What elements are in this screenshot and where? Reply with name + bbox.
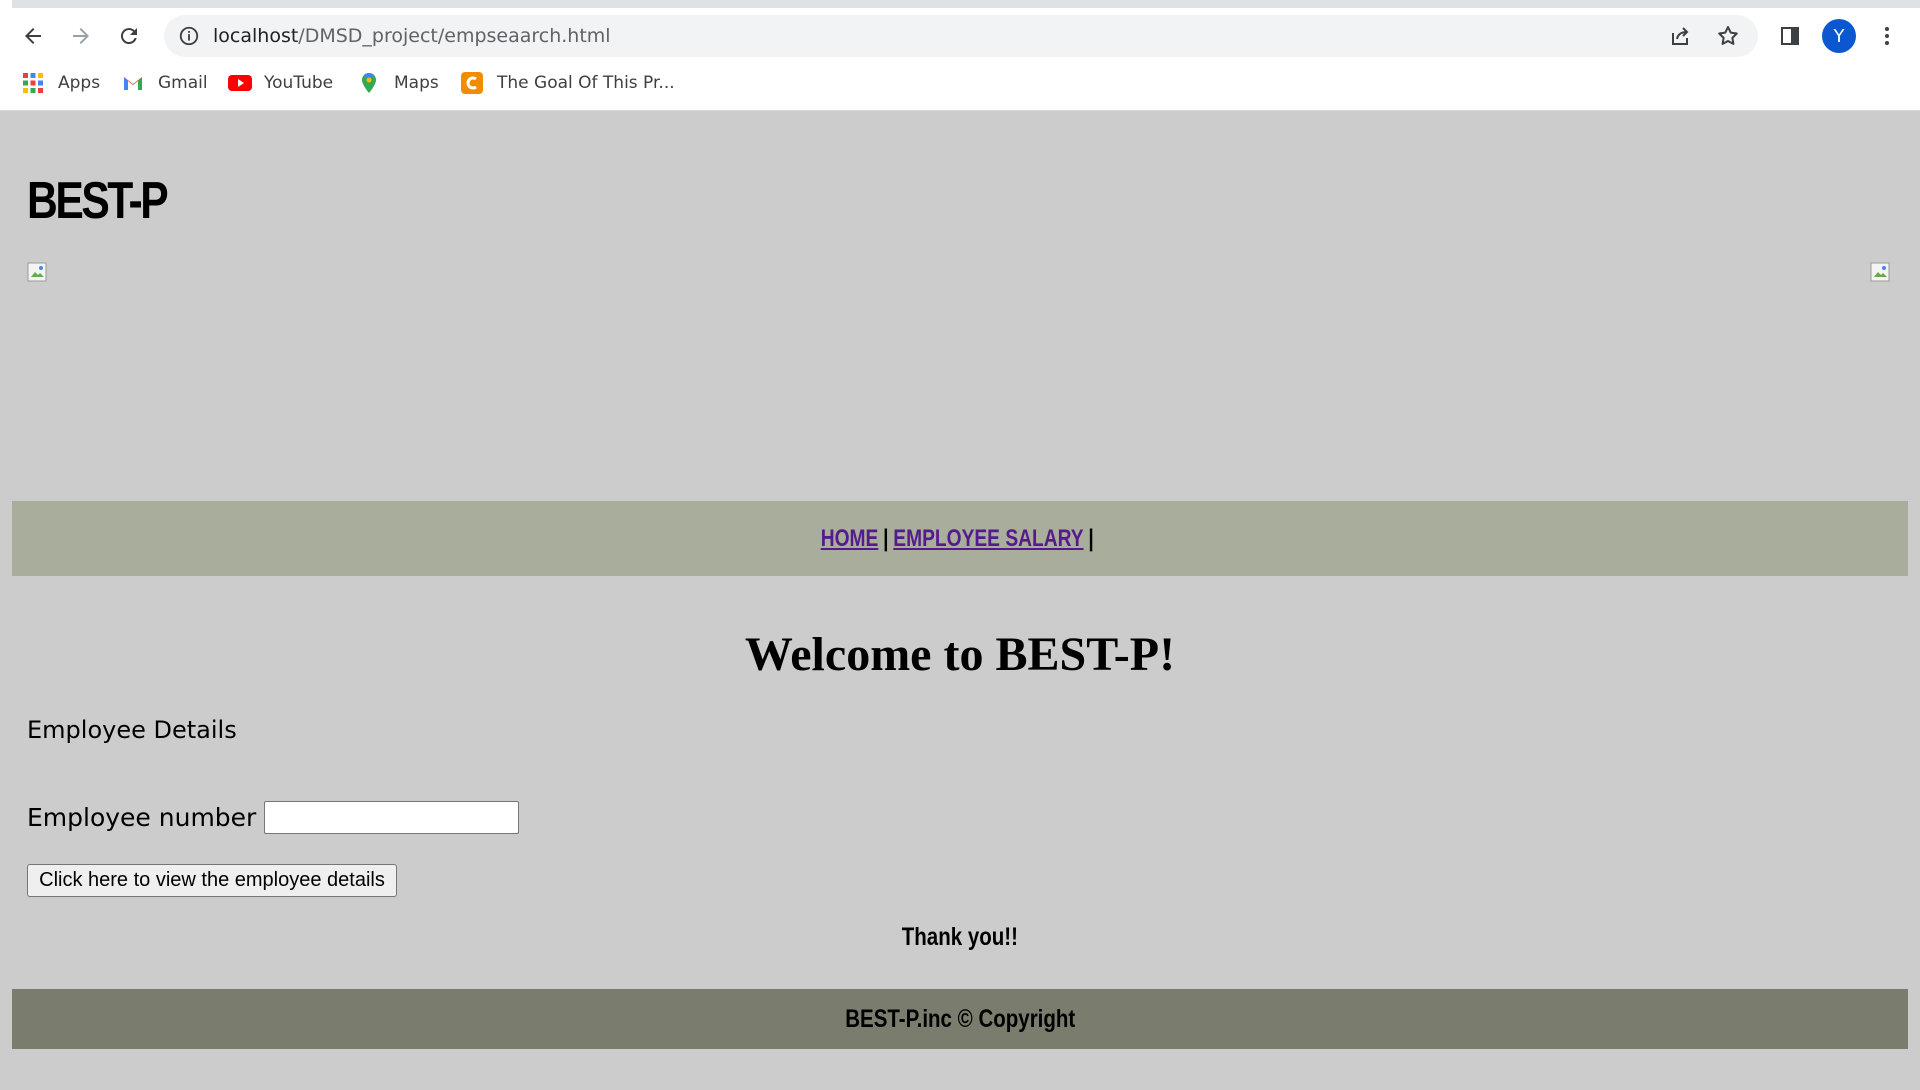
welcome-heading: Welcome to BEST-P! <box>744 628 1176 681</box>
footer-bar: BEST-P.inc © Copyright <box>12 989 1908 1049</box>
nav-link-home[interactable]: HOME <box>821 525 879 552</box>
reload-icon <box>120 28 137 45</box>
profile-avatar[interactable]: Y <box>1822 19 1856 53</box>
thank-you-label: Thank you!! <box>901 923 1019 951</box>
url-host: localhost <box>213 25 299 47</box>
bookmark-label: YouTube <box>264 73 334 93</box>
site-info-icon[interactable] <box>178 25 200 47</box>
side-panel-button[interactable] <box>1773 19 1807 53</box>
active-tab-edge <box>0 0 12 8</box>
browser-menu-button[interactable] <box>1870 19 1904 53</box>
bookmark-label: Apps <box>58 73 101 93</box>
back-arrow-icon <box>25 28 41 44</box>
forward-button[interactable] <box>64 19 98 53</box>
bookmark-star-icon[interactable] <box>1716 24 1740 48</box>
nav-bar: HOME | EMPLOYEE SALARY | <box>12 501 1908 576</box>
broken-image-icon <box>1870 262 1890 282</box>
maps-icon <box>358 72 380 94</box>
bookmark-maps[interactable]: Maps <box>358 64 439 102</box>
youtube-icon <box>228 72 252 94</box>
gmail-icon <box>122 72 144 94</box>
share-icon[interactable] <box>1668 24 1692 48</box>
address-bar[interactable]: localhost/DMSD_project/empseaarch.html <box>164 15 1758 57</box>
bookmark-youtube[interactable]: YouTube <box>228 64 333 102</box>
url-path: /DMSD_project/empseaarch.html <box>298 25 611 47</box>
bookmark-label: The Goal Of This Pr... <box>497 73 675 93</box>
employee-number-row: Employee number <box>27 801 520 834</box>
employee-number-input[interactable] <box>264 801 520 834</box>
side-panel-icon <box>1781 27 1799 45</box>
kebab-menu-icon <box>1885 27 1889 45</box>
nav-link-employee-salary[interactable]: EMPLOYEE SALARY <box>894 525 1084 552</box>
apps-grid-icon <box>22 72 44 94</box>
browser-chrome: localhost/DMSD_project/empseaarch.html Y <box>0 0 1920 111</box>
view-employee-details-button[interactable]: Click here to view the employee details <box>27 864 397 897</box>
bookmark-label: Gmail <box>158 73 208 93</box>
bookmark-apps[interactable]: Apps <box>22 64 100 102</box>
bookmark-goal[interactable]: The Goal Of This Pr... <box>461 64 675 102</box>
url-text: localhost/DMSD_project/empseaarch.html <box>213 15 611 57</box>
tab-strip <box>0 0 1920 8</box>
section-label: Employee Details <box>27 716 237 744</box>
bookmark-gmail[interactable]: Gmail <box>122 64 208 102</box>
thank-you-text: Thank you!! <box>0 923 1920 952</box>
forward-arrow-icon <box>73 28 89 44</box>
employee-number-label: Employee number <box>27 803 257 832</box>
reload-button[interactable] <box>112 19 146 53</box>
back-button[interactable] <box>16 19 50 53</box>
nav-separator: | <box>1088 524 1095 552</box>
bookmarks-bar: Apps Gmail YouTube Maps The Goal Of This… <box>0 64 1920 102</box>
site-title: BEST-P <box>27 172 169 230</box>
bookmark-label: Maps <box>394 73 439 93</box>
browser-toolbar: localhost/DMSD_project/empseaarch.html Y <box>0 8 1920 62</box>
footer-copyright: BEST-P.inc © Copyright <box>844 1004 1076 1033</box>
page-body: BEST-P HOME | EMPLOYEE SALARY | Welcome to … <box>0 111 1920 1090</box>
nav-separator: | <box>883 524 889 552</box>
broken-image-icon <box>27 262 47 282</box>
c-favicon-icon <box>461 72 483 94</box>
